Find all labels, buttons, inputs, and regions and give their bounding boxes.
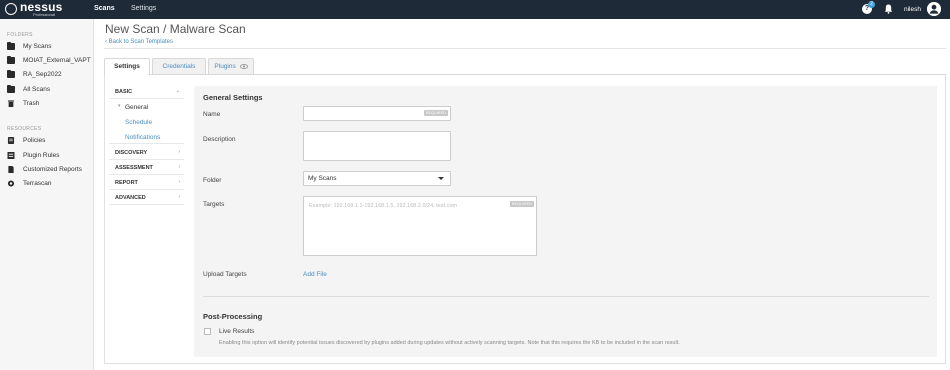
nessus-logo-icon: [5, 3, 17, 15]
settings-nav-assessment[interactable]: ASSESSMENT ›: [109, 160, 184, 175]
add-file-link[interactable]: Add File: [303, 271, 327, 278]
sidebar-item-label: Policies: [23, 137, 46, 144]
report-icon: [8, 166, 14, 173]
settings-nav-advanced[interactable]: ADVANCED ›: [109, 190, 184, 205]
settings-nav-schedule-label: Schedule: [125, 119, 153, 126]
section-divider: [203, 296, 929, 297]
eye-icon: [239, 63, 248, 69]
upload-targets-label: Upload Targets: [203, 271, 247, 278]
sidebar-item-ra-sep2022[interactable]: RA_Sep2022: [7, 69, 93, 81]
sidebar-item-label: Trash: [23, 100, 40, 107]
live-results-checkbox[interactable]: [204, 328, 211, 335]
settings-nav-general[interactable]: ▾ General: [109, 99, 184, 114]
folders-title: FOLDERS: [7, 32, 33, 38]
general-settings-heading: General Settings: [203, 93, 263, 102]
user-avatar-icon[interactable]: [927, 2, 941, 16]
settings-nav-basic-label: BASIC: [115, 89, 133, 95]
settings-nav-assessment-label: ASSESSMENT: [115, 165, 153, 171]
chevron-right-icon: ›: [178, 149, 180, 155]
description-label: Description: [203, 136, 236, 143]
tab-credentials[interactable]: Credentials: [152, 58, 206, 74]
settings-nav-advanced-label: ADVANCED: [115, 195, 146, 201]
live-results-help: Enabling this option will identify poten…: [219, 340, 680, 346]
tabs-underline: [150, 74, 946, 75]
description-field[interactable]: [303, 131, 451, 161]
sidebar-item-label: Terrascan: [23, 180, 52, 187]
tab-plugins[interactable]: Plugins: [208, 58, 254, 74]
title-divider: [104, 48, 946, 49]
settings-nav-basic[interactable]: BASIC ⌄: [109, 84, 184, 99]
targets-label: Targets: [203, 201, 225, 208]
chevron-right-icon: ›: [178, 179, 180, 185]
trash-icon: [7, 100, 15, 107]
nessus-logo[interactable]: nessus Professional: [5, 0, 65, 18]
chevron-right-icon: ›: [178, 164, 180, 170]
caret-down-icon: ▾: [118, 103, 121, 109]
terrascan-icon: [7, 180, 15, 187]
settings-nav-discovery-label: DISCOVERY: [115, 150, 148, 156]
folder-icon: [7, 70, 15, 78]
sidebar-item-label: All Scans: [23, 86, 51, 93]
username[interactable]: nilesh: [904, 6, 921, 13]
tab-settings[interactable]: Settings: [104, 58, 150, 75]
sidebar: FOLDERS My Scans MOIAT_External_VAPT RA_…: [0, 19, 94, 370]
sidebar-item-my-scans[interactable]: My Scans: [7, 41, 93, 53]
notification-badge: 2: [868, 1, 875, 8]
settings-nav-notifications-label: Notifications: [125, 134, 161, 141]
sidebar-item-plugin-rules[interactable]: Plugin Rules: [7, 150, 93, 162]
settings-nav-report-label: REPORT: [115, 180, 138, 186]
settings-nav-general-label: General: [125, 104, 149, 111]
chevron-down-icon: ⌄: [175, 88, 180, 94]
sidebar-item-label: Plugin Rules: [23, 152, 60, 159]
sidebar-item-label: My Scans: [23, 43, 52, 50]
nav-scans[interactable]: Scans: [94, 5, 115, 12]
sidebar-item-moiat[interactable]: MOIAT_External_VAPT: [7, 55, 93, 67]
settings-nav-discovery[interactable]: DISCOVERY ›: [109, 145, 184, 160]
policies-icon: [7, 137, 15, 144]
post-processing-heading: Post-Processing: [203, 312, 263, 321]
bell-icon[interactable]: [884, 4, 893, 14]
targets-placeholder: Example: 192.168.1.1-192.168.1.5, 192.16…: [309, 203, 457, 209]
live-results-label: Live Results: [219, 328, 255, 335]
settings-nav-schedule[interactable]: Schedule: [109, 114, 184, 129]
resources-title: RESOURCES: [7, 126, 42, 132]
logo-subtitle: Professional: [33, 12, 56, 17]
folder-icon: [7, 42, 15, 50]
targets-field[interactable]: Example: 192.168.1.1-192.168.1.5, 192.16…: [303, 196, 537, 256]
folder-icon: [7, 85, 15, 93]
sidebar-item-terrascan[interactable]: Terrascan: [7, 178, 93, 190]
page-title: New Scan / Malware Scan: [105, 22, 246, 36]
folder-label: Folder: [203, 177, 222, 184]
sidebar-item-label: RA_Sep2022: [23, 71, 62, 78]
top-navbar: nessus Professional Scans Settings ? 2 n…: [0, 0, 950, 19]
sidebar-item-policies[interactable]: Policies: [7, 135, 93, 147]
folder-select[interactable]: My Scans: [303, 171, 451, 186]
folder-icon: [7, 56, 15, 64]
sidebar-item-label: Customized Reports: [23, 166, 82, 173]
sidebar-item-label: MOIAT_External_VAPT: [23, 57, 91, 64]
tab-plugins-label: Plugins: [214, 63, 236, 70]
name-field[interactable]: REQUIRED: [303, 106, 451, 121]
sidebar-item-trash[interactable]: Trash: [7, 98, 93, 110]
back-to-templates-link[interactable]: ‹ Back to Scan Templates: [105, 39, 173, 45]
sidebar-item-customized-reports[interactable]: Customized Reports: [7, 164, 93, 176]
nav-settings[interactable]: Settings: [131, 5, 156, 12]
folder-select-value: My Scans: [308, 175, 337, 182]
required-badge: REQUIRED: [423, 110, 448, 116]
name-label: Name: [203, 111, 221, 118]
caret-down-icon: [438, 177, 444, 180]
plugin-rules-icon: [7, 152, 15, 159]
settings-nav-report[interactable]: REPORT ›: [109, 175, 184, 190]
required-badge: REQUIRED: [509, 201, 534, 207]
sidebar-item-all-scans[interactable]: All Scans: [7, 84, 93, 96]
back-link-label: Back to Scan Templates: [108, 39, 173, 45]
chevron-right-icon: ›: [178, 194, 180, 200]
settings-nav-notifications[interactable]: Notifications: [109, 129, 184, 144]
